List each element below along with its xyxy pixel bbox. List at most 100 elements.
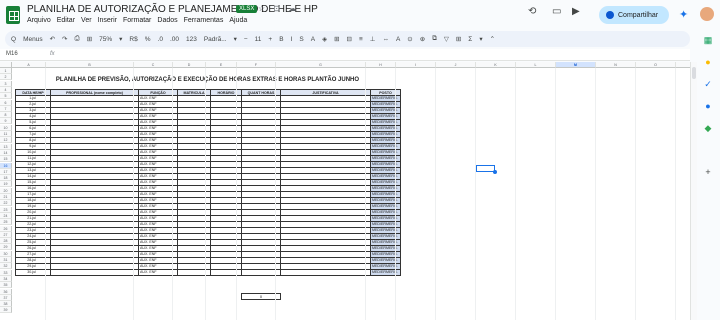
history-icon[interactable]: ⟲: [528, 6, 536, 17]
toolbar-item-31[interactable]: ⧉: [432, 35, 437, 43]
toolbar-item-10[interactable]: .0: [158, 36, 163, 43]
table-cell[interactable]: MED/ERMERG.: [370, 155, 401, 162]
menu-0[interactable]: Arquivo: [27, 17, 51, 24]
menu-3[interactable]: Inserir: [98, 17, 117, 24]
gemini-icon[interactable]: ✦: [679, 8, 688, 21]
row-header-30[interactable]: 30: [0, 250, 12, 257]
row-header-34[interactable]: 34: [0, 275, 12, 282]
table-cell[interactable]: MED/ERMERG.: [370, 107, 401, 114]
menu-6[interactable]: Ferramentas: [184, 17, 224, 24]
row-header-22[interactable]: 22: [0, 200, 12, 207]
column-header-M[interactable]: M: [556, 62, 596, 68]
row-header-25[interactable]: 25: [0, 219, 12, 226]
vertical-scrollbar[interactable]: [690, 62, 697, 320]
row-header-11[interactable]: 11: [0, 131, 12, 137]
toolbar-item-12[interactable]: 123: [186, 36, 197, 43]
menu-1[interactable]: Editar: [57, 17, 75, 24]
toolbar-item-14[interactable]: ▾: [234, 35, 237, 43]
row-header-31[interactable]: 31: [0, 257, 12, 263]
toolbar-item-18[interactable]: B: [279, 36, 283, 43]
table-cell[interactable]: [50, 269, 139, 276]
menu-4[interactable]: Formatar: [123, 17, 151, 24]
toolbar-item-0[interactable]: Q: [11, 36, 16, 43]
toolbar-item-8[interactable]: R$: [129, 36, 137, 43]
toolbar-item-28[interactable]: A: [396, 36, 400, 43]
toolbar-item-25[interactable]: ≡: [359, 36, 363, 43]
column-header-A[interactable]: A: [12, 62, 46, 68]
sheets-logo-icon[interactable]: [6, 6, 20, 24]
meet-icon[interactable]: ▶: [572, 6, 580, 17]
toolbar-item-7[interactable]: ▾: [119, 35, 122, 43]
menu-5[interactable]: Dados: [157, 17, 177, 24]
toolbar-item-24[interactable]: ⊟: [347, 35, 352, 43]
row-header-23[interactable]: 23: [0, 206, 12, 213]
share-button[interactable]: Compartilhar: [599, 6, 669, 24]
table-cell[interactable]: MED/ERMERG.: [370, 221, 401, 228]
table-cell[interactable]: MED/ERMERG.: [370, 119, 401, 126]
table-cell[interactable]: MED/ERMERG.: [370, 95, 401, 102]
row-header-12[interactable]: 12: [0, 137, 12, 144]
maps-icon[interactable]: ◆: [702, 122, 714, 134]
column-header-D[interactable]: D: [173, 62, 206, 68]
toolbar-item-16[interactable]: 11: [255, 36, 262, 43]
scroll-thumb[interactable]: [692, 67, 696, 79]
row-header-32[interactable]: 32: [0, 263, 12, 270]
row-header-27[interactable]: 27: [0, 231, 12, 238]
row-header-20[interactable]: 20: [0, 187, 12, 194]
menu-7[interactable]: Ajuda: [229, 17, 247, 24]
table-cell[interactable]: MED/ERMERG.: [370, 263, 401, 270]
table-cell[interactable]: MED/ERMERG.: [370, 101, 401, 108]
row-header-38[interactable]: 38: [0, 301, 12, 308]
table-cell[interactable]: MED/ERMERG.: [370, 209, 401, 216]
row-header-6[interactable]: 6: [0, 99, 12, 106]
row-header-1[interactable]: 1: [0, 68, 12, 74]
table-cell[interactable]: MED/ERMERG.: [370, 233, 401, 240]
toolbar-item-35[interactable]: ▾: [479, 35, 482, 43]
toolbar-item-36[interactable]: ⌃: [490, 35, 495, 43]
row-header-33[interactable]: 33: [0, 269, 12, 276]
table-cell[interactable]: MED/ERMERG.: [370, 137, 401, 144]
row-header-37[interactable]: 37: [0, 294, 12, 301]
table-cell[interactable]: MED/ERMERG.: [370, 191, 401, 198]
row-header-18[interactable]: 18: [0, 175, 12, 182]
tasks-icon[interactable]: ✓: [702, 78, 714, 90]
table-cell[interactable]: MED/ERMERG.: [370, 125, 401, 132]
row-header-39[interactable]: 39: [0, 307, 12, 314]
row-header-14[interactable]: 14: [0, 149, 12, 156]
table-cell[interactable]: MED/ERMERG.: [370, 173, 401, 180]
row-header-15[interactable]: 15: [0, 156, 12, 163]
row-header-16[interactable]: 16: [0, 162, 12, 169]
table-cell[interactable]: MED/ERMERG.: [370, 197, 401, 204]
row-header-3[interactable]: 3: [0, 80, 12, 87]
column-header-H[interactable]: H: [366, 62, 396, 68]
column-header-P[interactable]: P: [676, 62, 690, 68]
title-actions[interactable]: ☆ ⊡ ☁: [258, 4, 299, 13]
column-header-E[interactable]: E: [206, 62, 237, 68]
row-header-2[interactable]: 2: [0, 74, 12, 81]
table-cell[interactable]: MED/ERMERG.: [370, 245, 401, 252]
toolbar-item-5[interactable]: ⊞: [87, 35, 92, 43]
column-header-O[interactable]: O: [636, 62, 676, 68]
add-icon[interactable]: +: [702, 166, 714, 178]
toolbar-item-13[interactable]: Padrã...: [204, 36, 227, 43]
table-cell[interactable]: MED/ERMERG.: [370, 143, 401, 150]
table-cell[interactable]: MED/ERMERG.: [370, 113, 401, 120]
comment-icon[interactable]: ▭: [552, 6, 561, 17]
calendar-icon[interactable]: ▦: [702, 34, 714, 46]
sheet-title[interactable]: PLANILHA DE PREVISÃO, AUTORIZAÇÃO E EXEC…: [15, 77, 400, 83]
toolbar-item-27[interactable]: ⇔: [382, 36, 389, 43]
toolbar-item-9[interactable]: %: [145, 36, 151, 43]
row-header-4[interactable]: 4: [0, 86, 12, 93]
menu-2[interactable]: Ver: [81, 17, 92, 24]
row-header-10[interactable]: 10: [0, 124, 12, 131]
column-header-B[interactable]: B: [46, 62, 134, 68]
row-header-9[interactable]: 9: [0, 118, 12, 125]
table-cell[interactable]: MED/ERMERG.: [370, 239, 401, 246]
toolbar-item-15[interactable]: −: [244, 36, 248, 43]
row-header-29[interactable]: 29: [0, 244, 12, 251]
table-cell[interactable]: MED/ERMERG.: [370, 257, 401, 264]
table-cell[interactable]: MED/ERMERG.: [370, 167, 401, 174]
toolbar-item-19[interactable]: I: [291, 36, 293, 43]
toolbar-item-22[interactable]: ◈: [322, 35, 327, 43]
contacts-icon[interactable]: ●: [702, 100, 714, 112]
